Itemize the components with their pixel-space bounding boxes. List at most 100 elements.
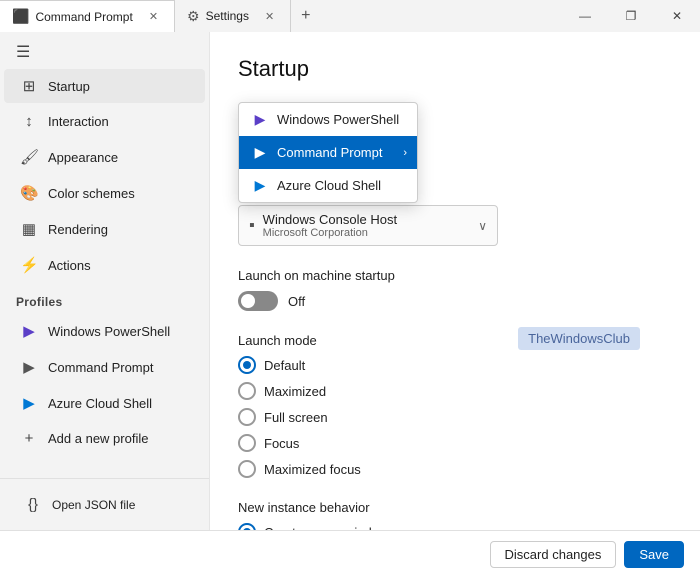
dropdown-item-powershell[interactable]: ▶ Windows PowerShell <box>239 103 417 136</box>
chevron-down-icon: ∨ <box>478 219 487 233</box>
minimize-button[interactable]: — <box>562 0 608 32</box>
dropdown-cmd-label: Command Prompt <box>277 145 382 160</box>
maximize-button[interactable]: ❐ <box>608 0 654 32</box>
sidebar-item-cmd[interactable]: ▶ Command Prompt <box>4 350 205 384</box>
sidebar-label-color-schemes: Color schemes <box>48 186 135 201</box>
new-instance-radio-group: Create a new window Attach to the most r… <box>238 523 672 530</box>
hamburger-button[interactable]: ☰ <box>0 36 209 68</box>
title-bar: ⬛ Command Prompt ✕ ⚙ Settings ✕ + — ❐ ✕ <box>0 0 700 32</box>
sidebar-item-appearance[interactable]: 🖌 Appearance <box>4 140 205 174</box>
radio-circle-maximized-focus <box>238 460 256 478</box>
add-profile-icon: + <box>20 430 38 447</box>
radio-default[interactable]: Default <box>238 356 672 374</box>
new-tab-button[interactable]: + <box>291 0 320 32</box>
cmd-tab-close[interactable]: ✕ <box>145 8 162 25</box>
open-json-button[interactable]: {} Open JSON file <box>8 488 201 521</box>
cursor-indicator: › <box>403 147 407 159</box>
radio-circle-fullscreen <box>238 408 256 426</box>
close-button[interactable]: ✕ <box>654 0 700 32</box>
sidebar-label-add-profile: Add a new profile <box>48 431 148 446</box>
actions-icon: ⚡ <box>20 256 38 274</box>
sidebar-label-actions: Actions <box>48 258 91 273</box>
radio-circle-focus <box>238 434 256 452</box>
dropdown-azure-label: Azure Cloud Shell <box>277 178 381 193</box>
radio-label-default: Default <box>264 358 305 373</box>
radio-label-fullscreen: Full screen <box>264 410 328 425</box>
interaction-icon: ↕ <box>20 113 38 130</box>
page-title: Startup <box>238 56 672 82</box>
cmd-tab-icon: ⬛ <box>12 8 29 25</box>
azure-profile-icon: ▶ <box>20 394 38 412</box>
default-terminal-select[interactable]: ▪ Windows Console Host Microsoft Corpora… <box>238 205 498 246</box>
sidebar-item-color-schemes[interactable]: 🎨 Color schemes <box>4 176 205 210</box>
open-json-label: Open JSON file <box>52 498 135 512</box>
sidebar-label-rendering: Rendering <box>48 222 108 237</box>
radio-maximized-focus[interactable]: Maximized focus <box>238 460 672 478</box>
settings-tab-label: Settings <box>206 9 249 23</box>
sidebar-label-powershell: Windows PowerShell <box>48 324 170 339</box>
sidebar-item-add-profile[interactable]: + Add a new profile <box>4 422 205 455</box>
startup-toggle[interactable] <box>238 291 278 311</box>
sidebar-label-azure: Azure Cloud Shell <box>48 396 152 411</box>
sidebar-item-startup[interactable]: ⊞ Startup <box>4 69 205 103</box>
launch-startup-label: Launch on machine startup <box>238 268 672 283</box>
color-schemes-icon: 🎨 <box>20 184 38 202</box>
tab-settings[interactable]: ⚙ Settings ✕ <box>175 0 291 32</box>
discard-changes-button[interactable]: Discard changes <box>490 541 617 568</box>
radio-label-maximized: Maximized <box>264 384 326 399</box>
radio-fullscreen[interactable]: Full screen <box>238 408 672 426</box>
profiles-section-label: Profiles <box>0 283 209 313</box>
sidebar: ☰ ⊞ Startup ↕ Interaction 🖌 Appearance 🎨… <box>0 32 210 530</box>
settings-gear-icon: ⚙ <box>187 8 200 25</box>
select-box-text-group: Windows Console Host Microsoft Corporati… <box>263 212 397 239</box>
sidebar-label-startup: Startup <box>48 79 90 94</box>
tab-command-prompt[interactable]: ⬛ Command Prompt ✕ <box>0 0 175 32</box>
sidebar-label-cmd: Command Prompt <box>48 360 153 375</box>
radio-maximized[interactable]: Maximized <box>238 382 672 400</box>
cmd-profile-icon: ▶ <box>20 358 38 376</box>
dropdown-powershell-label: Windows PowerShell <box>277 112 399 127</box>
startup-icon: ⊞ <box>20 77 38 95</box>
window-controls: — ❐ ✕ <box>562 0 700 32</box>
hamburger-icon: ☰ <box>16 42 30 62</box>
sidebar-item-actions[interactable]: ⚡ Actions <box>4 248 205 282</box>
cmd-dropdown-icon: ▶ <box>251 144 269 161</box>
radio-label-new-window: Create a new window <box>264 525 388 531</box>
radio-dot-new-window <box>243 528 251 530</box>
launch-mode-section: Launch mode Default Maximized Full scree… <box>238 333 672 478</box>
launch-startup-section: Launch on machine startup Off <box>238 268 672 311</box>
rendering-icon: ▦ <box>20 220 38 238</box>
radio-label-focus: Focus <box>264 436 299 451</box>
launch-mode-label: Launch mode <box>238 333 672 348</box>
appearance-icon: 🖌 <box>20 148 38 166</box>
launch-mode-radio-group: Default Maximized Full screen Focus Maxi… <box>238 356 672 478</box>
radio-new-window[interactable]: Create a new window <box>238 523 672 530</box>
sidebar-item-interaction[interactable]: ↕ Interaction <box>4 105 205 138</box>
sidebar-label-interaction: Interaction <box>48 114 109 129</box>
radio-circle-maximized <box>238 382 256 400</box>
settings-tab-close[interactable]: ✕ <box>261 8 278 25</box>
profile-dropdown[interactable]: ▶ Windows PowerShell ▶ Command Prompt › … <box>238 102 418 203</box>
sidebar-item-azure[interactable]: ▶ Azure Cloud Shell <box>4 386 205 420</box>
azure-dropdown-icon: ▶ <box>251 177 269 194</box>
radio-circle-new-window <box>238 523 256 530</box>
radio-dot-default <box>243 361 251 369</box>
bottom-bar: Discard changes Save <box>0 530 700 578</box>
new-instance-section: New instance behavior Create a new windo… <box>238 500 672 530</box>
new-instance-label: New instance behavior <box>238 500 672 515</box>
radio-focus[interactable]: Focus <box>238 434 672 452</box>
radio-label-maximized-focus: Maximized focus <box>264 462 361 477</box>
sidebar-label-appearance: Appearance <box>48 150 118 165</box>
cmd-tab-label: Command Prompt <box>35 10 132 24</box>
sidebar-item-rendering[interactable]: ▦ Rendering <box>4 212 205 246</box>
sidebar-item-powershell[interactable]: ▶ Windows PowerShell <box>4 314 205 348</box>
powershell-dropdown-icon: ▶ <box>251 111 269 128</box>
content-area: Startup ▶ Windows PowerShell ▶ Command P… <box>210 32 700 530</box>
dropdown-item-cmd[interactable]: ▶ Command Prompt › <box>239 136 417 169</box>
save-button[interactable]: Save <box>624 541 684 568</box>
toggle-knob <box>241 294 255 308</box>
json-icon: {} <box>24 496 42 513</box>
dropdown-item-azure[interactable]: ▶ Azure Cloud Shell <box>239 169 417 202</box>
radio-circle-default <box>238 356 256 374</box>
powershell-profile-icon: ▶ <box>20 322 38 340</box>
